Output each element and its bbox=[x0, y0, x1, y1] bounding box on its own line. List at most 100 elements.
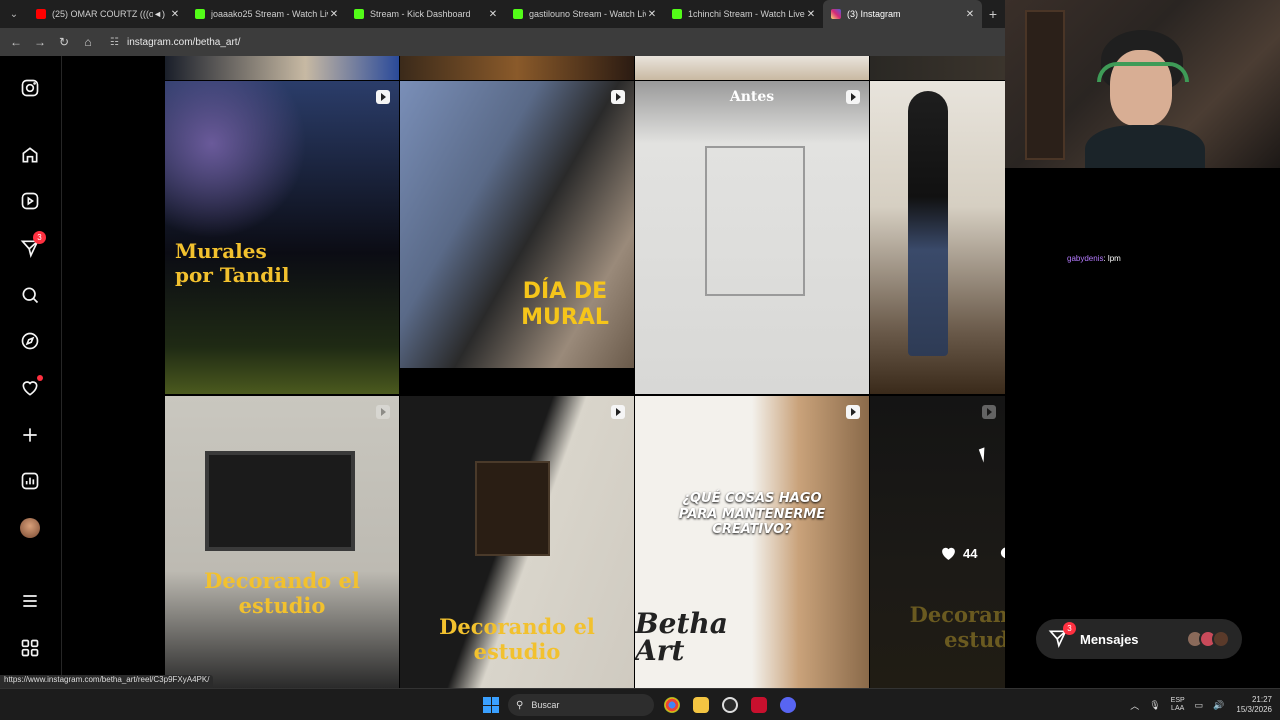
close-tab-icon[interactable]: ✕ bbox=[646, 9, 658, 20]
reel-icon bbox=[611, 405, 625, 419]
close-tab-icon[interactable]: ✕ bbox=[964, 9, 976, 20]
more-menu-icon[interactable] bbox=[18, 589, 42, 613]
profile-posts-grid: Murales por Tandil DÍA DE MURAL Antes De… bbox=[62, 56, 1005, 688]
browser-tab[interactable]: gastilouno Stream - Watch Live ✕ bbox=[505, 0, 664, 28]
tab-search-icon[interactable]: ⌄ bbox=[0, 0, 28, 28]
message-avatars bbox=[1186, 630, 1230, 648]
youtube-favicon-icon bbox=[36, 9, 46, 19]
reel-title: Decorando el estudio bbox=[204, 568, 360, 619]
post-thumbnail[interactable] bbox=[635, 56, 869, 80]
browser-tab[interactable]: joaaako25 Stream - Watch Live ✕ bbox=[187, 0, 346, 28]
chrome-icon[interactable] bbox=[664, 697, 680, 713]
search-icon: ⚲ bbox=[516, 699, 524, 711]
speaker-icon[interactable]: ◄) bbox=[153, 9, 165, 19]
post-thumbnail[interactable] bbox=[165, 56, 399, 80]
direct-message-icon: 3 bbox=[1048, 622, 1076, 650]
site-info-icon[interactable]: ☷ bbox=[110, 37, 119, 48]
notifications-icon[interactable] bbox=[18, 375, 43, 400]
browser-toolbar: ← → ↻ ⌂ ☷ instagram.com/betha_art/ bbox=[0, 28, 1005, 56]
lang-code: ESP bbox=[1170, 697, 1185, 705]
chat-message: gabydenis: lpm bbox=[1067, 254, 1121, 263]
close-tab-icon[interactable]: ✕ bbox=[805, 9, 817, 20]
tab-title: joaaako25 Stream - Watch Live bbox=[211, 9, 328, 19]
messages-badge: 3 bbox=[33, 231, 46, 244]
reel-title: ¿QUÉ COSAS HAGO PARA MANTENERME CREATIVO… bbox=[678, 491, 826, 538]
microphone-icon[interactable]: 🎙 bbox=[1149, 700, 1160, 711]
address-text: instagram.com/betha_art/ bbox=[126, 36, 241, 48]
reel-title: Murales por Tandil bbox=[175, 239, 290, 287]
chevron-up-icon[interactable]: ︿ bbox=[1130, 699, 1139, 712]
dashboard-icon[interactable] bbox=[18, 469, 42, 493]
post-reel[interactable]: DÍA DE MURAL bbox=[400, 81, 634, 368]
kick-favicon-icon bbox=[513, 9, 523, 19]
instagram-logo-icon[interactable] bbox=[18, 76, 42, 100]
reels-icon[interactable] bbox=[18, 189, 42, 213]
tab-title: gastilouno Stream - Watch Live bbox=[529, 9, 646, 19]
streamer-body bbox=[1085, 125, 1205, 168]
system-tray: ︿ 🎙 ESP LAA ▭ 🔊 21:27 15/3/2026 bbox=[1120, 693, 1272, 717]
post-reel[interactable]: Antes bbox=[635, 81, 869, 394]
notification-dot bbox=[37, 375, 43, 381]
likes-stat: 44 bbox=[940, 545, 977, 562]
tab-title: (3) Instagram bbox=[847, 9, 901, 19]
browser-tab[interactable]: 1chinchi Stream - Watch Live o ✕ bbox=[664, 0, 823, 28]
forward-button[interactable]: → bbox=[28, 30, 52, 54]
chat-text: : lpm bbox=[1103, 254, 1121, 263]
taskbar-search[interactable]: ⚲ Buscar bbox=[508, 694, 654, 716]
search-icon[interactable] bbox=[18, 283, 42, 307]
instagram-favicon-icon bbox=[831, 9, 841, 19]
framed-artwork bbox=[475, 461, 550, 556]
post-reel[interactable]: Decorando el estudio bbox=[165, 396, 399, 688]
close-tab-icon[interactable]: ✕ bbox=[328, 9, 340, 20]
reel-icon bbox=[611, 90, 625, 104]
post-thumbnail[interactable] bbox=[870, 56, 1005, 80]
browser-tab[interactable]: Stream - Kick Dashboard ✕ bbox=[346, 0, 505, 28]
kick-favicon-icon bbox=[195, 9, 205, 19]
explore-icon[interactable] bbox=[18, 329, 42, 353]
browser-tab-active[interactable]: (3) Instagram ✕ bbox=[823, 0, 982, 28]
app-icon[interactable] bbox=[751, 697, 767, 713]
watermark-logo: Betha Art bbox=[635, 607, 728, 667]
discord-icon[interactable] bbox=[780, 697, 796, 713]
post-thumbnail[interactable] bbox=[400, 56, 634, 80]
post-reel[interactable]: Murales por Tandil bbox=[165, 81, 399, 394]
avatar bbox=[1212, 630, 1230, 648]
network-icon[interactable]: ▭ bbox=[1195, 700, 1204, 711]
profile-avatar[interactable] bbox=[18, 516, 42, 540]
clock[interactable]: 21:27 15/3/2026 bbox=[1236, 695, 1272, 715]
likes-count: 44 bbox=[963, 546, 978, 561]
reel-icon bbox=[376, 405, 390, 419]
create-icon[interactable] bbox=[18, 423, 42, 447]
back-button[interactable]: ← bbox=[4, 30, 28, 54]
post-reel[interactable]: Decorando el estudio bbox=[400, 396, 634, 688]
messages-label: Mensajes bbox=[1080, 631, 1139, 647]
shelf bbox=[1025, 10, 1065, 160]
messages-button[interactable]: 3 Mensajes bbox=[1036, 619, 1242, 659]
person-figure bbox=[908, 91, 948, 356]
obs-icon[interactable] bbox=[722, 697, 738, 713]
post-reel[interactable] bbox=[870, 81, 1005, 394]
volume-icon[interactable]: 🔊 bbox=[1213, 700, 1224, 711]
home-button[interactable]: ⌂ bbox=[76, 30, 100, 54]
home-icon[interactable] bbox=[18, 143, 42, 167]
also-from-meta-icon[interactable] bbox=[18, 636, 42, 660]
reel-title: Antes bbox=[729, 89, 775, 105]
new-tab-button[interactable]: + bbox=[982, 6, 1004, 22]
language-indicator[interactable]: ESP LAA bbox=[1171, 697, 1185, 712]
tab-title: Stream - Kick Dashboard bbox=[370, 9, 471, 19]
post-reel[interactable]: ¿QUÉ COSAS HAGO PARA MANTENERME CREATIVO… bbox=[635, 396, 869, 688]
browser-tab[interactable]: (25) OMAR COURTZ (((ousi ◄) ✕ bbox=[28, 0, 187, 28]
tab-title: (25) OMAR COURTZ (((ousi bbox=[52, 9, 154, 19]
reload-button[interactable]: ↻ bbox=[52, 30, 76, 54]
windows-start-icon[interactable] bbox=[483, 697, 499, 713]
kick-favicon-icon bbox=[672, 9, 682, 19]
file-explorer-icon[interactable] bbox=[693, 697, 709, 713]
close-tab-icon[interactable]: ✕ bbox=[487, 9, 499, 20]
close-tab-icon[interactable]: ✕ bbox=[169, 9, 181, 20]
instagram-sidebar: 3 bbox=[0, 56, 62, 688]
browser-tab-bar: ⌄ (25) OMAR COURTZ (((ousi ◄) ✕ joaaako2… bbox=[0, 0, 1005, 28]
tab-title: 1chinchi Stream - Watch Live o bbox=[688, 9, 805, 19]
address-bar[interactable]: ☷ instagram.com/betha_art/ bbox=[110, 37, 240, 48]
messages-icon[interactable]: 3 bbox=[18, 231, 46, 260]
kick-favicon-icon bbox=[354, 9, 364, 19]
